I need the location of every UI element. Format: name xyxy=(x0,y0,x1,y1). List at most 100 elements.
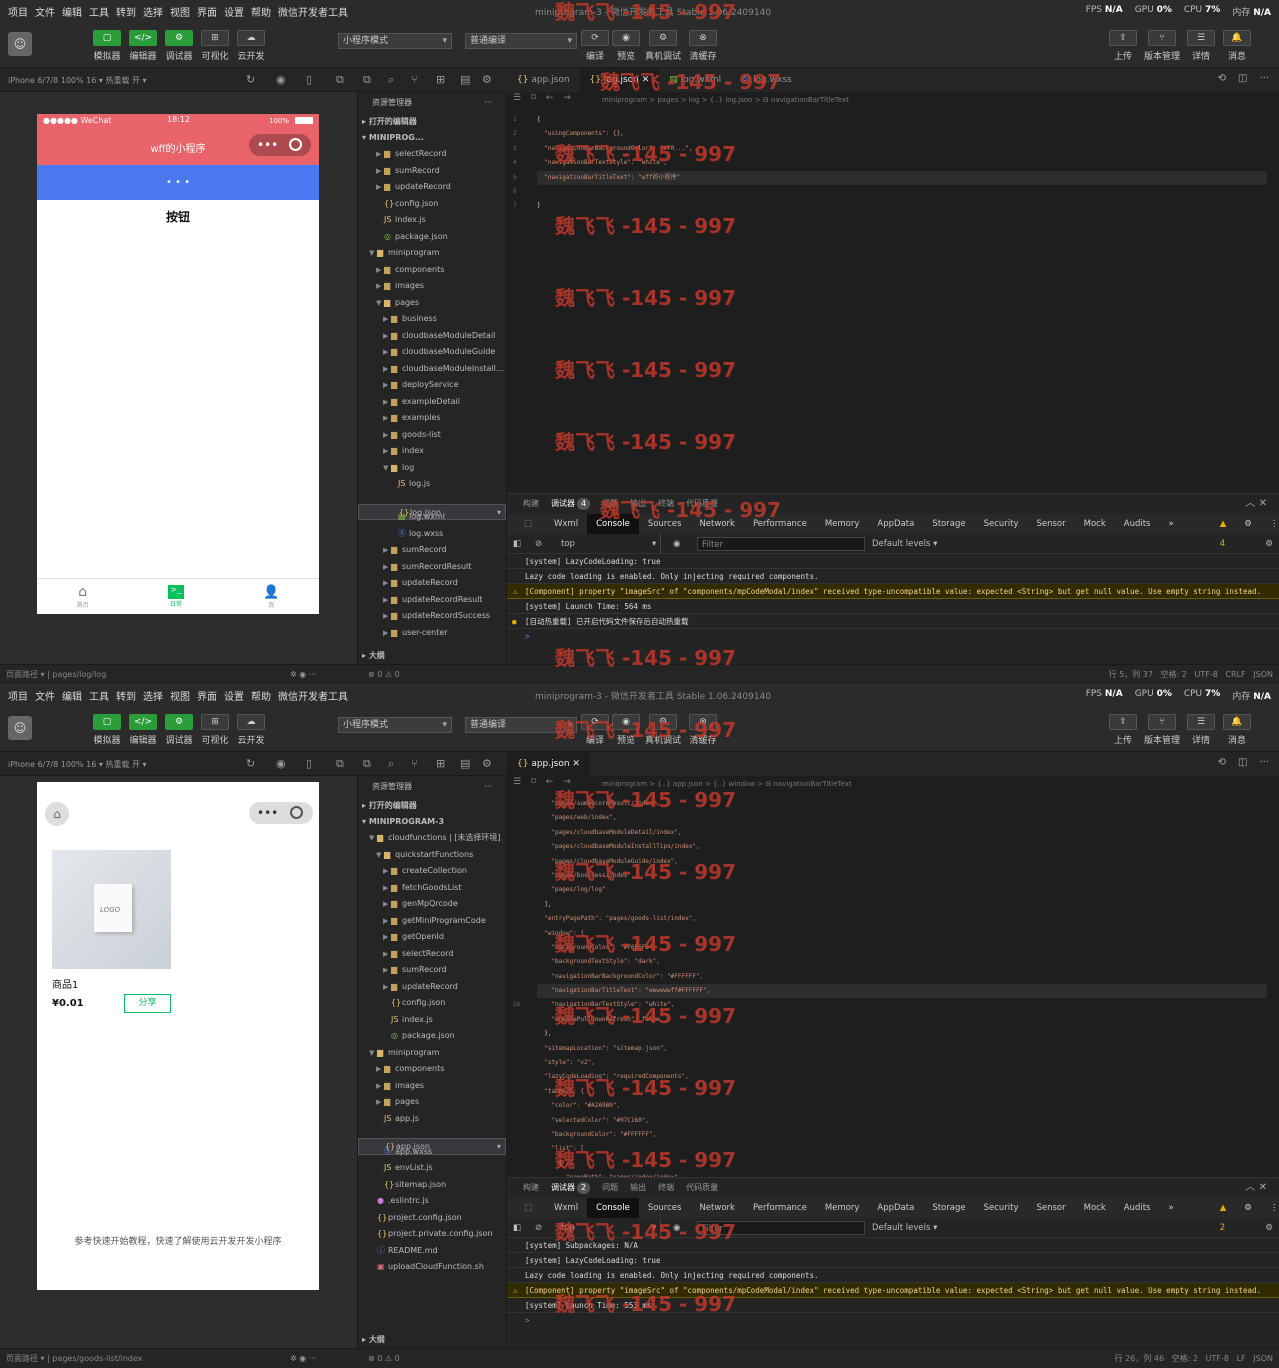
open-editors-section[interactable]: ▸ 打开的编辑器 xyxy=(358,114,506,130)
clearcache-button[interactable]: ⊗ 清缓存 xyxy=(688,30,718,62)
git-icon[interactable]: ⑂ xyxy=(411,757,418,770)
panel-icon[interactable]: ▤ xyxy=(460,73,470,86)
devtools-tab[interactable]: Console xyxy=(587,1198,639,1218)
visual-button[interactable]: ⊞ 可视化 xyxy=(200,30,230,62)
tree-item[interactable]: ▼ ▆ miniprogram xyxy=(358,1045,506,1062)
tree-item[interactable]: {}project.config.json xyxy=(358,1210,506,1227)
devtools-tab[interactable]: Wxml xyxy=(545,514,587,534)
popout-icon[interactable]: ⧉ xyxy=(336,757,344,771)
close-circle-icon[interactable] xyxy=(289,138,302,151)
tree-item[interactable]: ▶ ▆ getOpenId xyxy=(358,929,506,946)
more-icon[interactable]: ··· xyxy=(1259,73,1269,84)
menu-item[interactable]: 视图 xyxy=(170,4,190,19)
upload-button[interactable]: ⇪ 上传 xyxy=(1108,30,1138,62)
devtools-tab[interactable]: Storage xyxy=(923,514,974,534)
tree-item[interactable]: ▶ ▆ fetchGoodsList xyxy=(358,880,506,897)
devtools-tab[interactable]: Mock xyxy=(1075,514,1115,534)
devtools-tab[interactable]: AppData xyxy=(868,514,923,534)
history-icon[interactable]: ⟲ xyxy=(1218,757,1226,768)
details-button[interactable]: ☰ 详情 xyxy=(1186,714,1216,746)
menu-item[interactable]: 设置 xyxy=(224,4,244,19)
eye-icon[interactable]: ◉ xyxy=(673,534,680,554)
code-content[interactable]: "pages/sumRecordResult/index", "pages/we… xyxy=(537,797,1267,1186)
compile-mode-select[interactable]: 普通编译 xyxy=(465,717,577,733)
tree-item[interactable]: JS index.js xyxy=(358,212,506,229)
tree-item[interactable]: ▶ ▆ getMiniProgramCode xyxy=(358,913,506,930)
back-icon[interactable]: ← xyxy=(546,777,554,787)
context-select[interactable]: top xyxy=(561,1218,661,1238)
editor-button[interactable]: </> 编辑器 xyxy=(128,30,158,62)
devtools-tab[interactable]: Memory xyxy=(816,514,869,534)
mode-select[interactable]: 小程序模式 xyxy=(338,717,452,733)
tree-item[interactable]: {}config.json xyxy=(358,196,506,213)
sim-button[interactable]: ▢ 模拟器 xyxy=(92,30,122,62)
refresh-icon[interactable]: ↻ xyxy=(246,757,255,770)
tree-item[interactable]: JS index.js xyxy=(358,1012,506,1029)
warning-count[interactable]: ▲ 4 xyxy=(1211,514,1236,549)
menu-item[interactable]: 编辑 xyxy=(62,4,82,19)
gear-icon[interactable]: ⚙ xyxy=(1265,534,1273,554)
devtools-tab[interactable]: Sensor xyxy=(1027,514,1074,534)
more-icon[interactable]: ··· xyxy=(309,1354,317,1363)
menu-item[interactable]: 文件 xyxy=(35,688,55,703)
panel-tab[interactable]: 终端 xyxy=(658,1178,674,1198)
devtools-tab[interactable]: Security xyxy=(975,514,1028,534)
tree-item[interactable]: ▣ uploadCloudFunction.sh xyxy=(358,1259,506,1276)
tree-item[interactable]: ▶ ▆ components xyxy=(358,262,506,279)
tree-item[interactable]: ▶ ▆ sumRecord xyxy=(358,962,506,979)
devtools-tab[interactable]: Storage xyxy=(923,1198,974,1218)
tree-item[interactable]: ▶ ▆ index xyxy=(358,443,506,460)
tree-item[interactable]: ▶ ▆ examples xyxy=(358,410,506,427)
tree-item[interactable]: ▶ ▆ images xyxy=(358,278,506,295)
tree-item[interactable]: ▶ ▆ cloudbaseModuleInstall... xyxy=(358,361,506,378)
realdebug-button[interactable]: ⚙ 真机调试 xyxy=(645,30,681,62)
tree-item[interactable]: ▶ ▆ selectRecord xyxy=(358,146,506,163)
project-section[interactable]: ▾ MINIPROGRAM-3 xyxy=(358,814,506,830)
editor-tab[interactable]: Ⓢ log.wxss xyxy=(731,68,802,92)
editor-tab[interactable]: {} log.json ✕ xyxy=(579,68,660,92)
tree-item[interactable]: ▶ ▆ updateRecordResult xyxy=(358,592,506,609)
share-button[interactable]: 分享 xyxy=(124,994,171,1013)
tree-item[interactable]: ▤ log.wxml xyxy=(358,509,506,526)
sidebar-toggle-icon[interactable]: ◧ xyxy=(513,1218,521,1238)
forward-icon[interactable]: → xyxy=(563,777,571,787)
more-icon[interactable]: ··· xyxy=(484,92,492,114)
devtools-tab[interactable]: Wxml xyxy=(545,1198,587,1218)
clear-icon[interactable]: ⊘ xyxy=(535,534,542,554)
cloud-button[interactable]: ☁ 云开发 xyxy=(236,714,266,746)
record-icon[interactable]: ◉ xyxy=(276,757,286,770)
settings-icon[interactable]: ⚙ xyxy=(482,757,492,770)
version-button[interactable]: ⑂ 版本管理 xyxy=(1144,714,1180,746)
bug-icon[interactable]: ✲ xyxy=(290,670,299,679)
extensions-icon[interactable]: ⊞ xyxy=(436,757,445,770)
tree-item[interactable]: ▶ ▆ sumRecord xyxy=(358,542,506,559)
bug-icon[interactable]: ✲ xyxy=(290,1354,299,1363)
split-icon[interactable]: ◫ xyxy=(1238,73,1247,84)
sidebar-toggle-icon[interactable]: ◧ xyxy=(513,534,521,554)
avatar[interactable]: ☺ xyxy=(8,32,32,56)
devtools-tab[interactable]: AppData xyxy=(868,1198,923,1218)
eye-icon[interactable]: ◉ xyxy=(673,1218,680,1238)
inspect-icon[interactable]: ⬚ xyxy=(515,1198,541,1218)
devtools-tab[interactable]: Memory xyxy=(816,1198,869,1218)
tab-me[interactable]: 👤 我 xyxy=(263,585,279,609)
menu-item[interactable]: 编辑 xyxy=(62,688,82,703)
upload-button[interactable]: ⇪ 上传 xyxy=(1108,714,1138,746)
tree-item[interactable]: ◎ package.json xyxy=(358,1028,506,1045)
devtools-tab[interactable]: Sources xyxy=(639,514,691,534)
hotreload-label[interactable]: 热重载 开 ▾ xyxy=(105,760,146,769)
menu-item[interactable]: 工具 xyxy=(89,4,109,19)
version-button[interactable]: ⑂ 版本管理 xyxy=(1144,30,1180,62)
device-select[interactable]: iPhone 6/7/8 100% 16 ▾ 热重载 开 ▾ xyxy=(8,75,147,86)
search-icon[interactable]: ⌕ xyxy=(388,757,394,771)
extensions-icon[interactable]: ⊞ xyxy=(436,73,445,86)
tree-item[interactable]: Ⓢapp.wxss xyxy=(358,1144,506,1161)
devtools-tab[interactable]: Mock xyxy=(1075,1198,1115,1218)
tree-item[interactable]: ▶ ▆ genMpQrcode xyxy=(358,896,506,913)
tree-item[interactable]: ▶ ▆ cloudbaseModuleGuide xyxy=(358,344,506,361)
menu-item[interactable]: 帮助 xyxy=(251,4,271,19)
popout-icon[interactable]: ⧉ xyxy=(336,73,344,87)
more-icon[interactable]: ⋮ xyxy=(1261,1198,1279,1218)
more-icon[interactable]: ⋮ xyxy=(1261,514,1279,534)
menu-item[interactable]: 项目 xyxy=(8,4,28,19)
